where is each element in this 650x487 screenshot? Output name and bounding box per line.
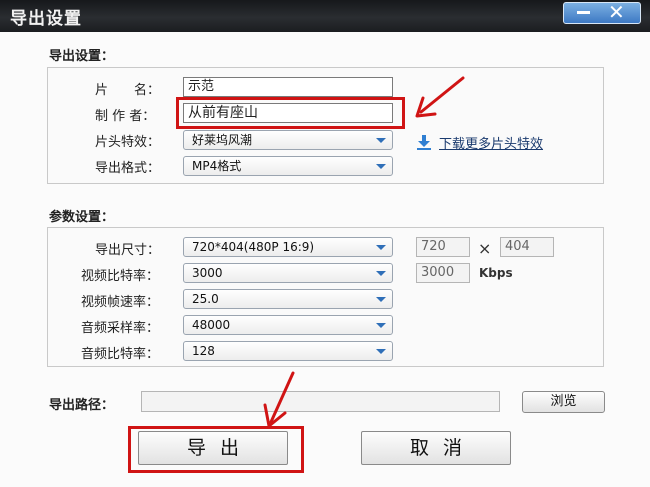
kbps-unit: Kbps (479, 266, 513, 280)
size-value: 720*404(480P 16:9) (192, 240, 315, 254)
chevron-down-icon (376, 323, 386, 328)
download-link-text: 下载更多片头特效 (439, 137, 544, 152)
sample-rate-select[interactable]: 48000 (183, 315, 393, 335)
author-label: 制 作 者： (95, 109, 156, 124)
video-bitrate-input[interactable]: 3000 (416, 263, 470, 283)
video-bitrate-select[interactable]: 3000 (183, 263, 393, 283)
name-input[interactable]: 示范 (183, 77, 393, 97)
intro-effect-label: 片头特效： (95, 135, 161, 150)
export-settings-heading: 导出设置： (49, 49, 115, 64)
video-bitrate-label: 视频比特率： (81, 269, 160, 284)
chevron-down-icon (376, 349, 386, 354)
chevron-down-icon (376, 271, 386, 276)
intro-effect-select[interactable]: 好莱坞风潮 (183, 130, 393, 150)
audio-bitrate-select[interactable]: 128 (183, 341, 393, 361)
frame-rate-value: 25.0 (192, 292, 219, 306)
size-label: 导出尺寸： (95, 243, 161, 258)
name-label: 片 名： (95, 83, 161, 98)
chevron-down-icon (376, 297, 386, 302)
size-select[interactable]: 720*404(480P 16:9) (183, 237, 393, 257)
chevron-down-icon (376, 164, 386, 169)
output-path-input[interactable] (141, 391, 500, 412)
frame-rate-select[interactable]: 25.0 (183, 289, 393, 309)
download-icon (417, 135, 431, 150)
video-bitrate-value: 3000 (192, 266, 223, 280)
window-title: 导出设置 (10, 9, 82, 29)
minimize-button[interactable] (577, 11, 590, 14)
chevron-down-icon (376, 245, 386, 250)
height-input[interactable]: 404 (500, 237, 554, 257)
close-button[interactable]: ✕ (608, 1, 625, 23)
sample-rate-label: 音频采样率： (81, 321, 160, 336)
intro-effect-value: 好莱坞风潮 (192, 133, 253, 147)
format-value: MP4格式 (192, 159, 242, 173)
params-heading: 参数设置： (49, 210, 115, 225)
audio-bitrate-value: 128 (192, 344, 215, 358)
export-highlight-box (128, 426, 304, 473)
audio-bitrate-label: 音频比特率： (81, 347, 160, 362)
frame-rate-label: 视频帧速率： (81, 295, 160, 310)
chevron-down-icon (376, 138, 386, 143)
export-dialog: 导出设置： 片 名： 示范 制 作 者： 从前有座山 片头特效： 好莱坞风潮 下… (0, 32, 650, 487)
width-input[interactable]: 720 (416, 237, 470, 257)
format-label: 导出格式： (95, 161, 161, 176)
sample-rate-value: 48000 (192, 318, 231, 332)
format-select[interactable]: MP4格式 (183, 156, 393, 176)
output-path-label: 导出路径： (49, 398, 115, 413)
cancel-button[interactable]: 取消 (361, 431, 511, 465)
browse-button[interactable]: 浏览 (522, 391, 605, 413)
window-controls: ✕ (563, 1, 641, 24)
title-bar: 导出设置 ✕ (0, 0, 650, 32)
multiply-icon: × (478, 239, 492, 258)
author-highlight-box (176, 97, 405, 129)
